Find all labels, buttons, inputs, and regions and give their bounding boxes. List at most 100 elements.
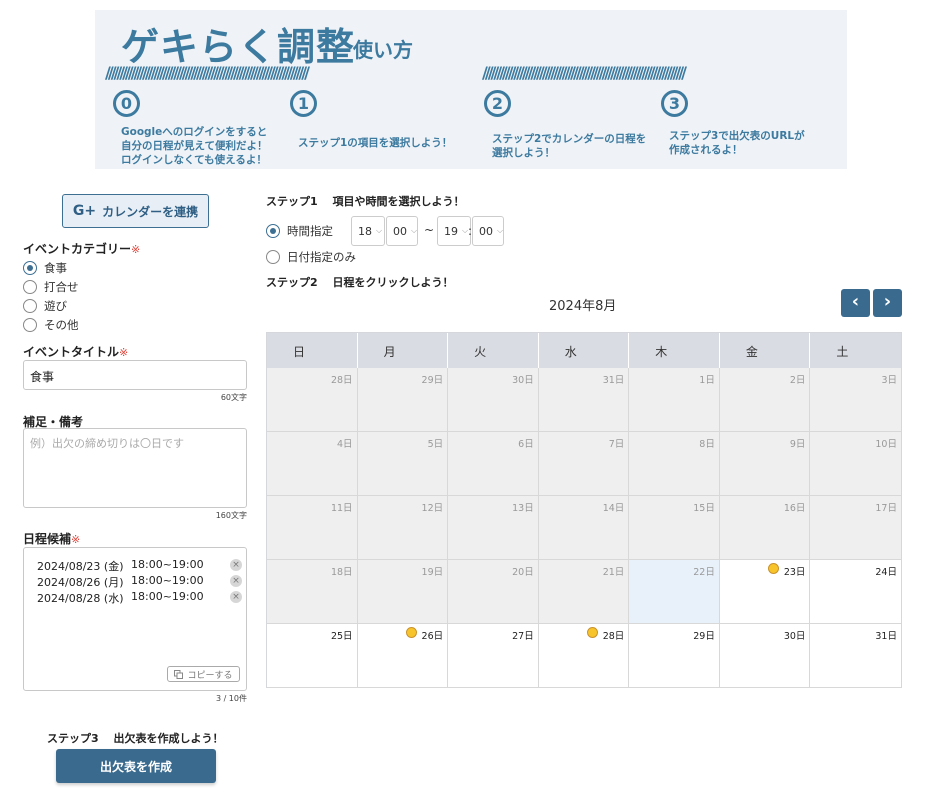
calendar-link-button[interactable]: G+ カレンダーを連携 bbox=[62, 194, 209, 228]
date-only-label: 日付指定のみ bbox=[287, 250, 356, 264]
chevron-down-icon: ⌵ bbox=[376, 226, 383, 235]
chevron-right-icon: › bbox=[883, 291, 892, 312]
calendar-day-cell[interactable]: 24日 bbox=[810, 560, 901, 624]
day-number: 1日 bbox=[699, 375, 715, 386]
month-calendar: 日 月 火 水 木 金 土 28日 29日 30日 31日 1日 2日 3日 4日 5日 6日 7日… bbox=[266, 332, 902, 688]
step-1-circle: 1 bbox=[290, 90, 317, 117]
date-only-option[interactable]: 日付指定のみ bbox=[266, 249, 356, 265]
day-number: 11日 bbox=[330, 503, 353, 514]
title-label-text: イベントタイトル bbox=[23, 345, 120, 359]
day-number: 27日 bbox=[512, 631, 534, 642]
candidate-row: 2024/08/23 (金) 18:00~19:00 × bbox=[37, 558, 242, 574]
chevron-down-icon: ⌵ bbox=[497, 226, 504, 235]
calendar-day-cell: 5日 bbox=[357, 432, 449, 496]
calendar-link-label: カレンダーを連携 bbox=[102, 204, 199, 219]
end-hour-value: 19 bbox=[444, 224, 458, 238]
calendar-day-cell: 1日 bbox=[629, 368, 720, 432]
day-number: 2日 bbox=[789, 375, 806, 386]
calendar-day-cell[interactable]: 28日 bbox=[538, 624, 630, 688]
banner-stripe-right: ////////////////////////////////////////… bbox=[482, 66, 687, 80]
radio-icon[interactable] bbox=[266, 250, 280, 264]
day-number: 30日 bbox=[783, 631, 806, 642]
calendar-day-cell: 28日 bbox=[267, 368, 358, 432]
calendar-day-cell: 17日 bbox=[810, 496, 901, 560]
step-1-text: ステップ1の項目を選択しよう！ bbox=[298, 137, 453, 149]
chevron-left-icon: ‹ bbox=[851, 291, 860, 312]
day-number: 16日 bbox=[783, 503, 806, 514]
next-month-button[interactable]: › bbox=[873, 289, 902, 317]
calendar-day-cell: 8日 bbox=[629, 432, 720, 496]
day-number: 17日 bbox=[875, 503, 897, 514]
remove-candidate-icon[interactable]: × bbox=[230, 559, 242, 571]
selected-sun-icon bbox=[587, 627, 599, 638]
candidate-row: 2024/08/28 (水) 18:00~19:00 × bbox=[37, 590, 242, 606]
calendar-day-cell: 29日 bbox=[357, 368, 449, 432]
event-title-input[interactable]: 食事 bbox=[23, 360, 247, 390]
day-number: 19日 bbox=[421, 567, 444, 578]
calendar-day-cell: 18日 bbox=[267, 560, 358, 624]
start-minute-value: 00 bbox=[393, 224, 407, 238]
radio-icon[interactable] bbox=[266, 224, 280, 238]
remove-candidate-icon[interactable]: × bbox=[230, 591, 242, 603]
weekday-label: 土 bbox=[836, 345, 849, 359]
day-number: 8日 bbox=[699, 439, 715, 450]
create-attendance-button[interactable]: 出欠表を作成 bbox=[56, 749, 216, 783]
radio-icon[interactable] bbox=[23, 318, 37, 332]
calendar-day-cell: 7日 bbox=[538, 432, 630, 496]
start-hour-select[interactable]: 18 ⌵ bbox=[351, 216, 385, 246]
day-number: 4日 bbox=[337, 439, 353, 450]
end-hour-select[interactable]: 19 ⌵ bbox=[437, 216, 471, 246]
calendar-day-cell[interactable]: 22日 bbox=[629, 560, 720, 624]
memo-textarea[interactable]: 例）出欠の締め切りは〇日です bbox=[23, 428, 247, 508]
category-label-text: イベントカテゴリー bbox=[23, 242, 132, 256]
weekday-label: 日 bbox=[267, 333, 358, 368]
calendar-day-cell: 31日 bbox=[538, 368, 630, 432]
calendar-day-cell[interactable]: 26日 bbox=[357, 624, 449, 688]
radio-icon[interactable] bbox=[23, 299, 37, 313]
step-0-circle: 0 bbox=[113, 90, 140, 117]
day-number: 5日 bbox=[427, 439, 444, 450]
selected-sun-icon bbox=[768, 563, 780, 574]
time-range-tilde: ~ bbox=[424, 223, 435, 237]
remove-candidate-icon[interactable]: × bbox=[230, 575, 242, 587]
title-char-limit: 60文字 bbox=[220, 393, 247, 402]
category-option-play[interactable]: 遊び bbox=[23, 298, 67, 314]
day-number: 7日 bbox=[608, 439, 625, 450]
calendar-day-cell[interactable]: 23日 bbox=[719, 560, 811, 624]
calendar-day-cell: 19日 bbox=[357, 560, 449, 624]
how-to-banner: ゲキらく調整 使い方 /////////////////////////////… bbox=[95, 10, 847, 169]
calendar-day-cell[interactable]: 30日 bbox=[719, 624, 811, 688]
radio-icon[interactable] bbox=[23, 280, 37, 294]
copy-icon bbox=[174, 669, 184, 679]
day-number: 23日 bbox=[783, 567, 806, 578]
calendar-day-cell[interactable]: 27日 bbox=[448, 624, 539, 688]
category-option-meeting[interactable]: 打合せ bbox=[23, 279, 79, 295]
radio-icon[interactable] bbox=[23, 261, 37, 275]
day-number: 25日 bbox=[330, 631, 353, 642]
step1-heading: ステップ1 項目や時間を選択しよう！ bbox=[266, 195, 465, 208]
day-number: 30日 bbox=[512, 375, 534, 386]
step3-heading: ステップ3 出欠表を作成しよう！ bbox=[47, 732, 224, 745]
banner-title: ゲキらく調整 bbox=[121, 25, 356, 69]
time-mode-option[interactable]: 時間指定 bbox=[266, 223, 333, 239]
calendar-day-cell: 16日 bbox=[719, 496, 811, 560]
required-mark: ※ bbox=[119, 346, 129, 359]
prev-month-button[interactable]: ‹ bbox=[841, 289, 870, 317]
calendar-day-cell[interactable]: 25日 bbox=[267, 624, 358, 688]
start-hour-value: 18 bbox=[358, 224, 372, 238]
copy-button[interactable]: コピーする bbox=[167, 666, 240, 682]
weekday-label: 水 bbox=[539, 333, 630, 368]
category-option-label: 遊び bbox=[44, 299, 67, 313]
calendar-day-cell[interactable]: 31日 bbox=[810, 624, 901, 688]
calendar-day-cell[interactable]: 29日 bbox=[629, 624, 720, 688]
day-number: 14日 bbox=[602, 503, 625, 514]
category-option-other[interactable]: その他 bbox=[23, 317, 79, 333]
start-minute-select[interactable]: 00 ⌵ bbox=[386, 216, 418, 246]
calendar-day-cell: 2日 bbox=[719, 368, 811, 432]
candidates-count: 3 / 10件 bbox=[215, 694, 247, 703]
category-option-meal[interactable]: 食事 bbox=[23, 260, 67, 276]
step2-heading: ステップ2 日程をクリックしよう！ bbox=[266, 276, 454, 289]
calendar-day-cell: 4日 bbox=[267, 432, 358, 496]
end-minute-select[interactable]: 00 ⌵ bbox=[472, 216, 504, 246]
day-number: 18日 bbox=[330, 567, 353, 578]
